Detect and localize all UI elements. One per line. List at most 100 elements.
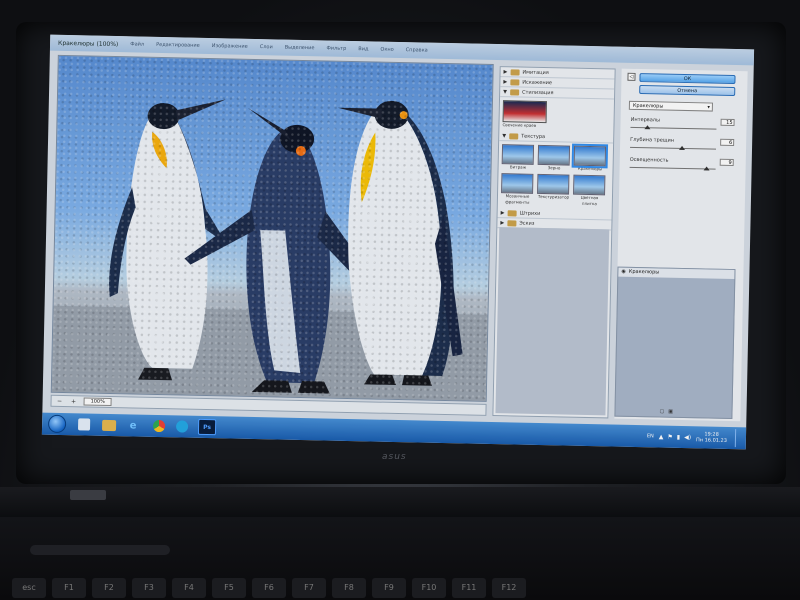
thumbnail-image [537,173,570,195]
thumbnail-image [573,174,606,196]
thumbnail-image [502,100,547,124]
folder-icon [510,78,520,86]
expand-arrow-icon: ▶ [503,68,508,75]
slider-track[interactable] [630,126,717,130]
filter-thumbnail[interactable]: Витраж [501,144,536,171]
photoshop-icon[interactable]: Ps [197,418,217,436]
effect-layer-row[interactable]: ◉ Кракелюры [618,267,735,280]
menu-bar: Файл Редактирование Изображение Слои Выделен… [130,41,428,53]
menu-item[interactable]: Изображение [212,43,248,50]
filter-thumbnail[interactable]: Кракелюры [571,143,609,173]
filter-thumb-glowing-edges[interactable]: Свечение краев [499,97,550,132]
texture-thumb-grid: Витраж Зерно Кракелюры Мозаичные фрагменты Т… [498,141,613,210]
filter-thumbnail[interactable]: Цветная плитка [573,174,607,208]
keyboard-key: F1 [52,578,86,598]
effect-layer-name: Кракелюры [628,268,660,276]
menu-item[interactable]: Фильтр [326,45,346,51]
delete-layer-icon[interactable]: ▣ [668,409,673,415]
tray-icon[interactable]: ⚑ [667,433,673,440]
keyboard-key: F7 [292,578,326,598]
clock[interactable]: 19:28 Пн 16.01.23 [695,431,727,444]
visibility-eye-icon[interactable]: ◉ [621,268,626,277]
menu-item[interactable]: Редактирование [156,42,200,49]
zoom-out-button[interactable]: − [56,397,64,404]
parameter-value-input[interactable]: 15 [720,118,735,127]
start-button[interactable] [47,414,67,434]
menu-item[interactable]: Справка [406,47,428,53]
keyboard-key: F8 [332,578,366,598]
language-indicator[interactable]: EN [647,433,654,439]
show-desktop-button[interactable] [734,429,741,448]
expand-arrow-icon: ▶ [503,78,508,85]
folder-label: Имитация [522,69,549,76]
tray-icon[interactable]: ▲ [659,433,664,440]
keyboard-key: F2 [92,578,126,598]
craquelure-texture [51,55,493,401]
cancel-button[interactable]: Отмена [639,85,736,97]
filter-thumbnail[interactable]: Мозаичные фрагменты [501,173,535,206]
folder-label: Искажение [522,79,553,86]
thumbnail-label: Цветная плитка [580,194,599,207]
zoom-in-button[interactable]: + [70,398,78,405]
slider-handle[interactable] [678,145,685,150]
hinge-tab [70,490,106,500]
slider-handle[interactable] [644,125,651,130]
thumbnail-image [501,173,534,194]
folder-app-icon[interactable] [101,419,117,431]
chrome-icon[interactable] [152,419,166,433]
tray-icon[interactable]: ▮ [677,433,680,440]
folder-label: Текстура [521,133,546,140]
window-title: Кракелюры (100%) [58,39,119,48]
menu-item[interactable]: Файл [130,41,144,47]
keyboard-key: F6 [252,578,286,598]
thumbnail-label: Зерно [547,165,561,171]
slider-track[interactable] [630,146,717,150]
gallery-empty-area [495,227,610,416]
parameter-value-input[interactable]: 6 [720,138,735,147]
filter-select[interactable]: Кракелюры ▾ [628,100,713,112]
calendar-app-icon[interactable] [77,418,91,431]
layer-controls: ▢ ▣ [659,409,673,415]
keyboard-key: F12 [492,578,526,598]
filter-select-value: Кракелюры [632,102,664,110]
filter-gallery: ▶ Имитация ▶ Искажение ▼ Стилизация Свечени… [492,66,616,419]
thumbnail-image [571,143,609,169]
keyboard-keys: esc F1 F2 F3 F4 F5 F6 F7 F8 F9 F10 F11 F12 [0,578,800,600]
keyboard-key: F10 [412,578,446,598]
clock-date: Пн 16.01.23 [695,437,727,444]
slider-track[interactable] [629,166,716,170]
filter-preview[interactable] [50,54,494,402]
thumbnail-label: Текстуризатор [537,193,570,200]
internet-explorer-icon[interactable]: e [124,417,142,433]
new-layer-icon[interactable]: ▢ [659,409,664,415]
expand-arrow-icon: ▶ [500,209,505,216]
menu-item[interactable]: Выделение [285,45,315,52]
settings-panel: ◁ ОК Отмена Кракелюры ▾ Интервалы 15 Глуби… [614,68,748,422]
folder-icon [510,68,520,76]
menu-item[interactable]: Окно [380,47,393,53]
ok-button[interactable]: ОК [639,73,736,85]
tray-icon[interactable]: ◀) [684,434,691,441]
menu-item[interactable]: Слои [260,44,273,50]
keyboard-key: esc [12,578,46,598]
expand-arrow-icon: ▼ [502,132,507,139]
filter-thumbnail[interactable]: Текстуризатор [537,173,571,207]
folder-icon [509,132,519,139]
keyboard-key: F4 [172,578,206,598]
thumbnail-label: Кракелюры [577,165,603,172]
bezel-logo: asus [382,452,407,462]
folder-label: Эскиз [519,220,535,227]
laptop-photo: asus esc F1 F2 F3 F4 F5 F6 F7 F8 F9 F10 F11 F12 Крак… [0,0,800,600]
parameter-slider: Глубина трещин 6 [630,137,740,157]
zoom-select[interactable]: 100% [83,397,112,407]
parameter-value-input[interactable]: 9 [719,158,734,167]
thumbnail-image [501,144,535,165]
thumbnail-label: Свечение краев [502,122,537,128]
filter-thumbnail[interactable]: Зерно [537,144,572,172]
slider-handle[interactable] [703,166,711,171]
speaker-grille [30,545,170,555]
menu-item[interactable]: Вид [358,46,368,52]
telegram-icon[interactable] [175,420,189,433]
collapse-gallery-button[interactable]: ◁ [627,72,636,81]
expand-arrow-icon: ▶ [500,219,505,226]
